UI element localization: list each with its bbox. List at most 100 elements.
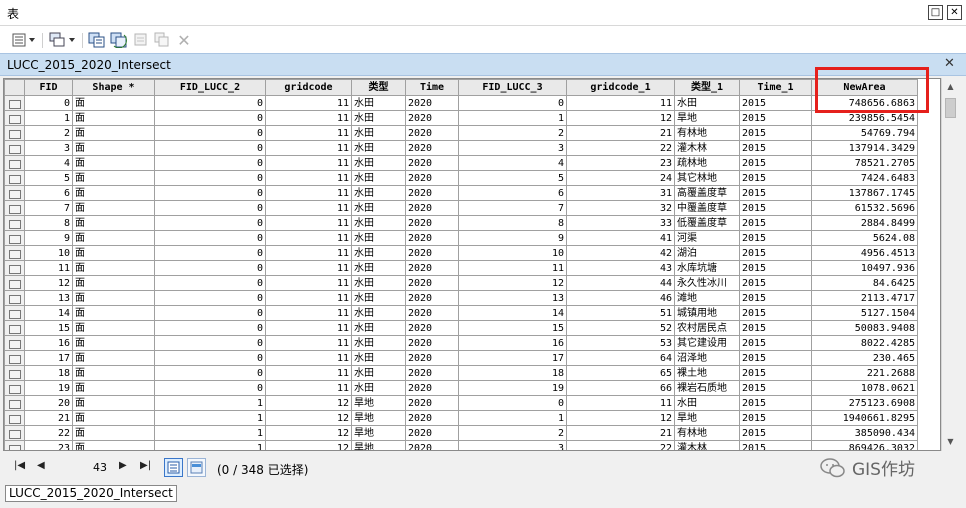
- table-cell[interactable]: 2015: [739, 125, 812, 141]
- row-selector[interactable]: [4, 395, 25, 411]
- table-cell[interactable]: 0: [154, 125, 266, 141]
- table-cell[interactable]: 43: [566, 260, 675, 276]
- table-cell[interactable]: 0: [154, 215, 266, 231]
- table-cell[interactable]: 灌木林: [674, 140, 740, 156]
- table-cell[interactable]: 65: [566, 365, 675, 381]
- switch-selection-button[interactable]: [109, 30, 129, 50]
- table-cell[interactable]: 旱地: [351, 425, 406, 441]
- table-cell[interactable]: 10497.936: [811, 260, 918, 276]
- table-cell[interactable]: 13: [458, 290, 567, 306]
- table-cell[interactable]: 53: [566, 335, 675, 351]
- table-cell[interactable]: 2020: [405, 410, 459, 426]
- maximize-button[interactable]: □: [928, 5, 943, 20]
- table-cell[interactable]: 11: [265, 185, 352, 201]
- table-row[interactable]: 10 面 0 11 水田 2020 10 42 湖泊 2015 4956.4513: [4, 245, 918, 261]
- table-cell[interactable]: 221.2688: [811, 365, 918, 381]
- row-selector[interactable]: [4, 275, 25, 291]
- table-cell[interactable]: 12: [265, 425, 352, 441]
- table-cell[interactable]: 16: [24, 335, 73, 351]
- table-cell[interactable]: 城镇用地: [674, 305, 740, 321]
- table-cell[interactable]: 19: [24, 380, 73, 396]
- table-cell[interactable]: 水田: [351, 320, 406, 336]
- table-cell[interactable]: 1: [154, 440, 266, 450]
- table-cell[interactable]: 面: [72, 425, 155, 441]
- table-cell[interactable]: 2020: [405, 320, 459, 336]
- table-cell[interactable]: 0: [24, 95, 73, 111]
- table-cell[interactable]: 旱地: [674, 410, 740, 426]
- table-cell[interactable]: 2015: [739, 305, 812, 321]
- table-cell[interactable]: 6: [458, 185, 567, 201]
- table-cell[interactable]: 水田: [351, 200, 406, 216]
- table-row[interactable]: 7 面 0 11 水田 2020 7 32 中覆盖度草 2015 61532.5696: [4, 200, 918, 216]
- table-cell[interactable]: 19: [458, 380, 567, 396]
- table-cell[interactable]: 高覆盖度草: [674, 185, 740, 201]
- table-cell[interactable]: 永久性冰川: [674, 275, 740, 291]
- row-selector[interactable]: [4, 245, 25, 261]
- table-cell[interactable]: 12: [566, 410, 675, 426]
- table-cell[interactable]: 水田: [351, 275, 406, 291]
- table-cell[interactable]: 1078.0621: [811, 380, 918, 396]
- table-cell[interactable]: 灌木林: [674, 440, 740, 450]
- table-cell[interactable]: 其它林地: [674, 170, 740, 186]
- table-cell[interactable]: 21: [24, 410, 73, 426]
- table-cell[interactable]: 面: [72, 290, 155, 306]
- table-row[interactable]: 13 面 0 11 水田 2020 13 46 滩地 2015 2113.4717: [4, 290, 918, 306]
- table-row[interactable]: 18 面 0 11 水田 2020 18 65 裸土地 2015 221.2688: [4, 365, 918, 381]
- table-cell[interactable]: 5624.08: [811, 230, 918, 246]
- table-cell[interactable]: 12: [265, 410, 352, 426]
- table-cell[interactable]: 13: [24, 290, 73, 306]
- table-cell[interactable]: 11: [265, 350, 352, 366]
- table-cell[interactable]: 2015: [739, 410, 812, 426]
- table-cell[interactable]: 面: [72, 125, 155, 141]
- row-selector[interactable]: [4, 170, 25, 186]
- column-header[interactable]: NewArea: [811, 79, 918, 96]
- table-cell[interactable]: 2015: [739, 380, 812, 396]
- table-cell[interactable]: 17: [458, 350, 567, 366]
- table-cell[interactable]: 748656.6863: [811, 95, 918, 111]
- table-cell[interactable]: 2015: [739, 275, 812, 291]
- table-cell[interactable]: 66: [566, 380, 675, 396]
- row-selector[interactable]: [4, 185, 25, 201]
- table-cell[interactable]: 面: [72, 185, 155, 201]
- table-cell[interactable]: 2015: [739, 290, 812, 306]
- row-selector[interactable]: [4, 95, 25, 111]
- table-cell[interactable]: 16: [458, 335, 567, 351]
- table-cell[interactable]: 11: [265, 275, 352, 291]
- table-cell[interactable]: 8: [458, 215, 567, 231]
- table-cell[interactable]: 3: [24, 140, 73, 156]
- table-cell[interactable]: 230.465: [811, 350, 918, 366]
- table-cell[interactable]: 面: [72, 320, 155, 336]
- table-cell[interactable]: 5127.1504: [811, 305, 918, 321]
- table-cell[interactable]: 0: [154, 275, 266, 291]
- table-cell[interactable]: 水田: [351, 140, 406, 156]
- row-selector[interactable]: [4, 155, 25, 171]
- table-cell[interactable]: 11: [265, 215, 352, 231]
- table-cell[interactable]: 2020: [405, 155, 459, 171]
- table-cell[interactable]: 44: [566, 275, 675, 291]
- table-cell[interactable]: 2020: [405, 350, 459, 366]
- table-cell[interactable]: 水田: [351, 215, 406, 231]
- table-cell[interactable]: 32: [566, 200, 675, 216]
- table-cell[interactable]: 面: [72, 110, 155, 126]
- table-cell[interactable]: 14: [24, 305, 73, 321]
- table-cell[interactable]: 10: [458, 245, 567, 261]
- table-cell[interactable]: 5: [24, 170, 73, 186]
- table-cell[interactable]: 0: [458, 95, 567, 111]
- table-cell[interactable]: 11: [458, 260, 567, 276]
- table-cell[interactable]: 6: [24, 185, 73, 201]
- table-cell[interactable]: 1: [154, 425, 266, 441]
- table-cell[interactable]: 0: [154, 365, 266, 381]
- table-cell[interactable]: 22: [566, 440, 675, 450]
- table-cell[interactable]: 其它建设用: [674, 335, 740, 351]
- table-cell[interactable]: 137914.3429: [811, 140, 918, 156]
- previous-record-icon[interactable]: ◀: [37, 460, 45, 471]
- table-row[interactable]: 3 面 0 11 水田 2020 3 22 灌木林 2015 137914.3429: [4, 140, 918, 156]
- table-cell[interactable]: 2: [458, 125, 567, 141]
- table-cell[interactable]: 2020: [405, 170, 459, 186]
- table-cell[interactable]: 11: [265, 140, 352, 156]
- table-cell[interactable]: 2020: [405, 290, 459, 306]
- table-cell[interactable]: 2020: [405, 335, 459, 351]
- table-cell[interactable]: 2020: [405, 125, 459, 141]
- table-cell[interactable]: 22: [24, 425, 73, 441]
- table-row[interactable]: 11 面 0 11 水田 2020 11 43 水库坑塘 2015 10497.936: [4, 260, 918, 276]
